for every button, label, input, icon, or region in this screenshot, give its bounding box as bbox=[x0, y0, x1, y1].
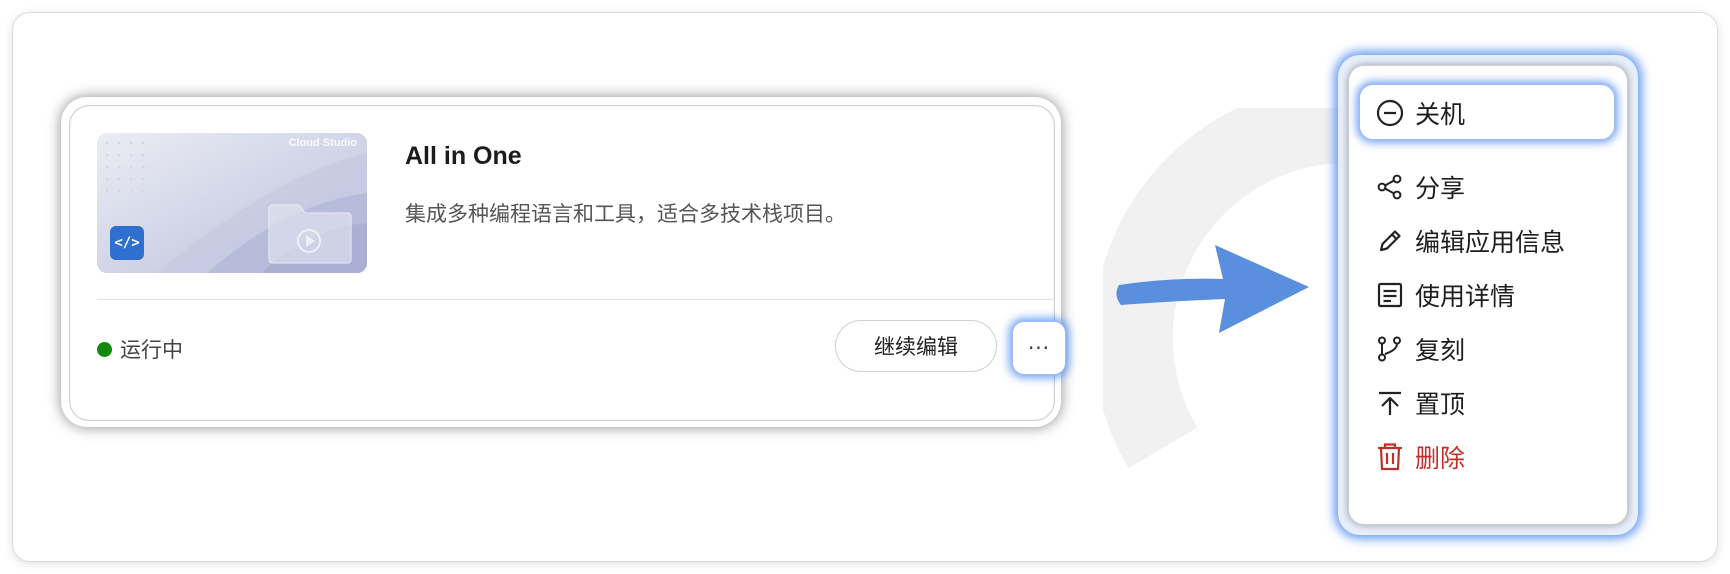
code-icon: </> bbox=[110, 226, 144, 260]
pencil-icon bbox=[1375, 226, 1405, 256]
menu-item-delete[interactable]: 删除 bbox=[1375, 437, 1465, 477]
app-description: 集成多种编程语言和工具，适合多技术栈项目。 bbox=[405, 202, 846, 226]
pin-top-icon bbox=[1375, 388, 1405, 418]
status-label: 运行中 bbox=[120, 338, 183, 362]
arrow-right-icon bbox=[1116, 245, 1309, 333]
app-title: All in One bbox=[405, 142, 522, 170]
app-thumbnail: Cloud Studio </> bbox=[97, 133, 367, 273]
trash-icon bbox=[1375, 442, 1405, 472]
app-card[interactable]: Cloud Studio </> All in One 集成多种编程语言和工具，… bbox=[69, 105, 1066, 421]
card-divider bbox=[97, 299, 1055, 300]
menu-item-label: 复刻 bbox=[1415, 336, 1466, 365]
menu-item-fork[interactable]: 复刻 bbox=[1375, 329, 1465, 369]
menu-item-label: 删除 bbox=[1415, 444, 1466, 473]
menu-item-share[interactable]: 分享 bbox=[1375, 167, 1465, 207]
thumbnail-brand-text: Cloud Studio bbox=[288, 137, 357, 149]
minus-circle-icon bbox=[1375, 98, 1405, 128]
document-icon bbox=[1375, 280, 1405, 310]
status-dot-icon bbox=[97, 341, 112, 357]
fork-icon bbox=[1375, 334, 1405, 364]
share-icon bbox=[1375, 172, 1405, 202]
continue-edit-button[interactable]: 继续编辑 bbox=[835, 320, 997, 372]
app-card-container: Cloud Studio </> All in One 集成多种编程语言和工具，… bbox=[61, 97, 1066, 427]
context-menu: 关机 分享 编辑应用信息 使用详情 复刻 置顶 删除 bbox=[1348, 65, 1628, 525]
menu-item-label: 关机 bbox=[1415, 100, 1466, 129]
status-indicator: 运行中 bbox=[97, 334, 183, 364]
menu-item-pin-top[interactable]: 置顶 bbox=[1375, 383, 1465, 423]
more-options-button[interactable]: ··· bbox=[1012, 321, 1066, 375]
menu-item-label: 分享 bbox=[1415, 174, 1466, 203]
menu-item-label: 置顶 bbox=[1415, 390, 1466, 419]
context-menu-highlight: 关机 分享 编辑应用信息 使用详情 复刻 置顶 删除 bbox=[1338, 55, 1638, 535]
menu-item-label: 编辑应用信息 bbox=[1415, 228, 1566, 257]
screenshot-frame: Cloud Studio </> All in One 集成多种编程语言和工具，… bbox=[12, 12, 1718, 562]
menu-item-edit-info[interactable]: 编辑应用信息 bbox=[1375, 221, 1565, 261]
menu-item-label: 使用详情 bbox=[1415, 282, 1516, 311]
menu-item-usage-details[interactable]: 使用详情 bbox=[1375, 275, 1515, 315]
menu-item-shutdown[interactable]: 关机 bbox=[1375, 93, 1465, 133]
